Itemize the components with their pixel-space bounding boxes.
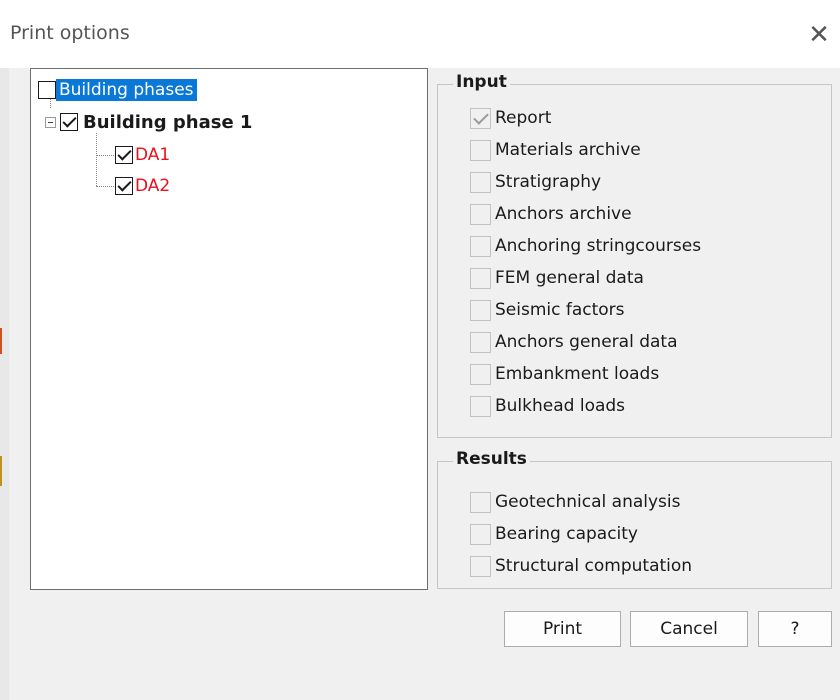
tree-connector	[96, 186, 116, 187]
checkbox-bearing-capacity[interactable]: Bearing capacity	[470, 520, 638, 548]
tree-checkbox-root[interactable]	[38, 81, 56, 99]
checkbox-box[interactable]	[470, 139, 491, 161]
checkbox-stratigraphy[interactable]: Stratigraphy	[470, 168, 601, 196]
checkbox-box[interactable]	[470, 331, 491, 353]
checkbox-geotechnical-analysis[interactable]: Geotechnical analysis	[470, 488, 681, 516]
checkbox-box[interactable]	[470, 363, 491, 385]
background-window-edge	[0, 68, 9, 700]
checkbox-embankment-loads[interactable]: Embankment loads	[470, 360, 659, 388]
checkbox-bulkhead-loads[interactable]: Bulkhead loads	[470, 392, 625, 420]
checkbox-label: Bulkhead loads	[495, 396, 626, 416]
tree-item-da1[interactable]: DA1	[115, 142, 170, 168]
checkbox-label: Embankment loads	[495, 364, 660, 384]
print-button[interactable]: Print	[504, 611, 621, 647]
checkbox-box[interactable]	[470, 491, 491, 513]
tree-checkbox-da1[interactable]	[115, 146, 133, 164]
window-title: Print options	[10, 22, 130, 44]
background-mark	[0, 456, 2, 486]
tree-item-label: Building phase 1	[83, 111, 253, 133]
checkbox-anchors-archive[interactable]: Anchors archive	[470, 200, 632, 228]
checkbox-label: Anchors archive	[495, 204, 632, 224]
checkbox-box[interactable]	[470, 523, 491, 545]
title-bar: Print options ✕	[0, 0, 840, 68]
tree-checkbox-phase[interactable]	[60, 113, 78, 131]
checkbox-label: Report	[495, 108, 552, 128]
checkbox-label: Materials archive	[495, 140, 641, 160]
checkbox-label: FEM general data	[495, 268, 644, 288]
input-group-title: Input	[453, 72, 510, 92]
cancel-button[interactable]: Cancel	[630, 611, 748, 647]
tree-connector	[96, 155, 116, 156]
checkbox-label: Seismic factors	[495, 300, 625, 320]
tree-checkbox-da2[interactable]	[115, 177, 133, 195]
checkbox-box[interactable]	[470, 203, 491, 225]
checkbox-label: Anchors general data	[495, 332, 678, 352]
checkbox-anchors-general-data[interactable]: Anchors general data	[470, 328, 677, 356]
building-phases-tree[interactable]: Building phases Building phase 1 DA1 DA2	[30, 68, 428, 590]
tree-connector	[96, 133, 97, 186]
checkbox-label: Bearing capacity	[495, 524, 638, 544]
checkbox-box[interactable]	[470, 267, 491, 289]
checkbox-fem-general-data[interactable]: FEM general data	[470, 264, 644, 292]
checkbox-box[interactable]	[470, 171, 491, 193]
checkbox-box[interactable]	[470, 395, 491, 417]
tree-item-da2[interactable]: DA2	[115, 173, 170, 199]
checkbox-label: Geotechnical analysis	[495, 492, 681, 512]
tree-item-building-phases[interactable]: Building phases	[38, 77, 197, 103]
checkbox-label: Structural computation	[495, 556, 693, 576]
tree-item-label: DA2	[135, 176, 171, 196]
checkbox-box[interactable]	[470, 107, 491, 129]
checkbox-anchoring-stringcourses[interactable]: Anchoring stringcourses	[470, 232, 701, 260]
tree-item-building-phase-1[interactable]: Building phase 1	[45, 109, 252, 135]
checkbox-materials-archive[interactable]: Materials archive	[470, 136, 641, 164]
checkbox-box[interactable]	[470, 555, 491, 577]
checkbox-label: Anchoring stringcourses	[495, 236, 702, 256]
help-button[interactable]: ?	[758, 611, 832, 647]
checkbox-seismic-factors[interactable]: Seismic factors	[470, 296, 625, 324]
checkbox-box[interactable]	[470, 235, 491, 257]
collapse-icon[interactable]	[45, 116, 56, 128]
checkbox-structural-computation[interactable]: Structural computation	[470, 552, 692, 580]
tree-item-label: DA1	[135, 145, 171, 165]
checkbox-box[interactable]	[470, 299, 491, 321]
close-icon[interactable]: ✕	[804, 18, 834, 52]
results-group-title: Results	[453, 449, 530, 469]
checkbox-report[interactable]: Report	[470, 104, 551, 132]
tree-item-label: Building phases	[56, 79, 197, 101]
background-mark	[0, 328, 2, 354]
checkbox-label: Stratigraphy	[495, 172, 602, 192]
